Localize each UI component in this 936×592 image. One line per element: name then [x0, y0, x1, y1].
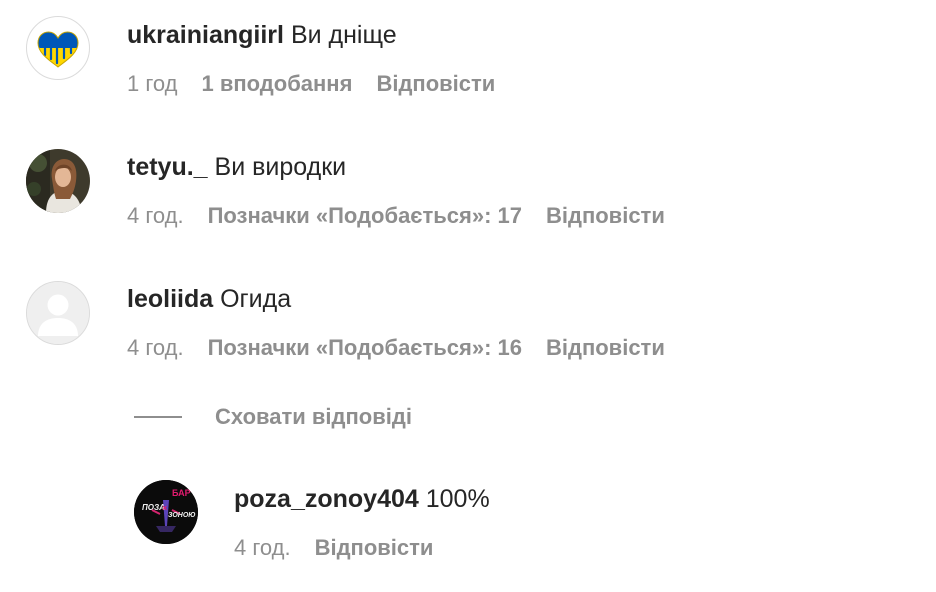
- timestamp: 4 год.: [234, 535, 291, 560]
- comment-text: Ви дніще: [290, 21, 397, 49]
- comment-body: leoliida Огида: [127, 284, 291, 314]
- comment-body: tetyu._ Ви виродки: [127, 152, 346, 182]
- reply-button[interactable]: Відповісти: [315, 534, 434, 562]
- comment-meta: 4 год. Позначки «Подобається»: 17 Відпов…: [127, 202, 665, 230]
- likes-count-link[interactable]: 1 вподобання: [201, 70, 352, 98]
- username-link[interactable]: tetyu._: [127, 153, 208, 181]
- hide-replies-button[interactable]: Сховати відповіді: [134, 402, 412, 432]
- comment-meta: 1 год 1 вподобання Відповісти: [127, 70, 495, 98]
- username-link[interactable]: ukrainiangiirl: [127, 21, 284, 49]
- timestamp: 4 год.: [127, 203, 184, 228]
- timestamp: 1 год: [127, 71, 178, 96]
- comment-text: 100%: [425, 485, 490, 513]
- avatar[interactable]: [26, 281, 90, 345]
- reply-button[interactable]: Відповісти: [546, 202, 665, 230]
- heart-ukraine-flag-icon: [37, 31, 79, 68]
- likes-count-link[interactable]: Позначки «Подобається»: 17: [208, 202, 522, 230]
- comment-meta: 4 год. Позначки «Подобається»: 16 Відпов…: [127, 334, 665, 362]
- comment-body: poza_zonoy404 100%: [234, 484, 490, 514]
- logo-text-zonoyu: ЗОНОЮ: [168, 512, 196, 519]
- logo-text-bar: БАР: [172, 488, 191, 498]
- logo-x-mark: ×: [162, 503, 167, 513]
- hide-replies-label: Сховати відповіді: [215, 404, 412, 429]
- comment-body: ukrainiangiirl Ви дніще: [127, 20, 397, 50]
- default-avatar-icon: [27, 282, 89, 344]
- username-link[interactable]: poza_zonoy404: [234, 485, 419, 513]
- avatar[interactable]: ПОЗА БАР ЗОНОЮ ×: [134, 480, 198, 544]
- comment-text: Ви виродки: [214, 153, 347, 181]
- avatar[interactable]: [26, 149, 90, 213]
- replies-divider-line: [134, 416, 182, 418]
- comment-meta: 4 год. Відповісти: [234, 534, 433, 562]
- timestamp: 4 год.: [127, 335, 184, 360]
- bar-logo: ПОЗА БАР ЗОНОЮ ×: [134, 480, 198, 544]
- profile-photo: [26, 149, 90, 213]
- likes-count-link[interactable]: Позначки «Подобається»: 16: [208, 334, 522, 362]
- reply-button[interactable]: Відповісти: [376, 70, 495, 98]
- comment-text: Огида: [220, 285, 292, 313]
- reply-button[interactable]: Відповісти: [546, 334, 665, 362]
- username-link[interactable]: leoliida: [127, 285, 213, 313]
- avatar[interactable]: [26, 16, 90, 80]
